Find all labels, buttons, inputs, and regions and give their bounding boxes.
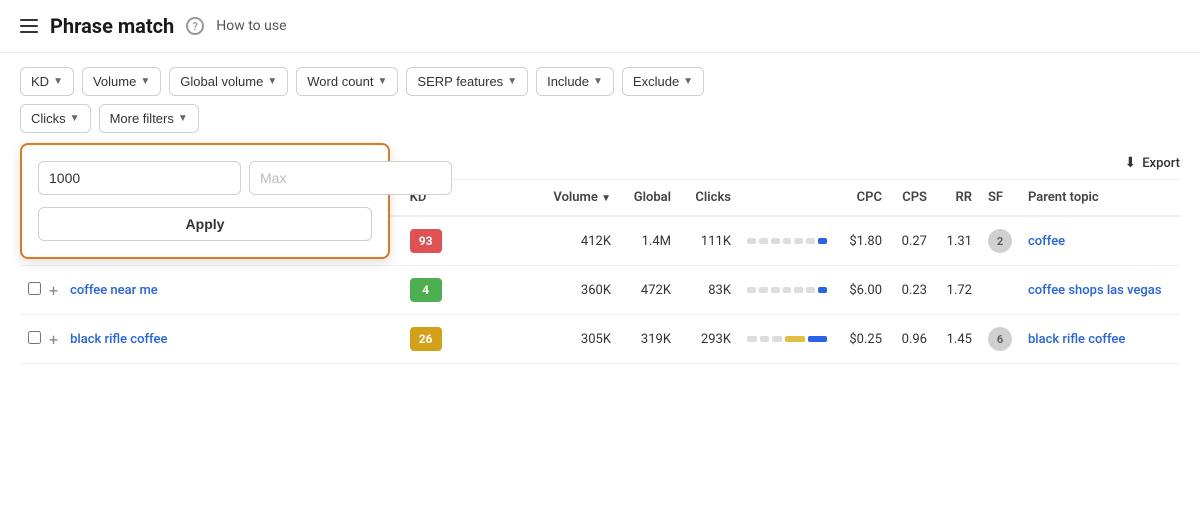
parent-topic-link[interactable]: coffee (1028, 234, 1065, 249)
clicks-cell: 83K (679, 266, 739, 315)
cps-cell: 0.27 (890, 216, 935, 266)
hamburger-icon[interactable] (20, 19, 38, 33)
rr-cell: 1.31 (935, 216, 980, 266)
col-header-global: Global (619, 180, 679, 216)
clicks-cell: 293K (679, 315, 739, 364)
parent-topic-link[interactable]: black rifle coffee (1028, 332, 1125, 347)
global-cell: 1.4M (619, 216, 679, 266)
col-header-chart (739, 180, 835, 216)
cps-cell: 0.23 (890, 266, 935, 315)
help-icon[interactable]: ? (186, 17, 204, 35)
clicks-filter-popup: 1000 Apply (20, 143, 390, 259)
chevron-down-icon: ▼ (507, 76, 517, 87)
filter-inputs: 1000 (38, 161, 372, 195)
row-checkbox[interactable] (28, 282, 41, 295)
global-cell: 319K (619, 315, 679, 364)
kd-badge: 26 (410, 327, 442, 351)
col-header-parent-topic: Parent topic (1020, 180, 1180, 216)
add-keyword-button[interactable]: + (45, 266, 62, 315)
export-button[interactable]: ⬇ Export (1124, 155, 1180, 171)
filter-include[interactable]: Include ▼ (536, 67, 614, 96)
trend-chart (739, 315, 835, 364)
clicks-cell: 111K (679, 216, 739, 266)
keyword-link[interactable]: black rifle coffee (70, 332, 167, 347)
col-header-sf: SF (980, 180, 1020, 216)
sf-badge: 6 (988, 327, 1012, 351)
chevron-down-icon: ▼ (53, 76, 63, 87)
volume-cell: 360K (545, 266, 619, 315)
table-row: + coffee near me 4 360K472K83K $6.000.231.72… (20, 266, 1180, 315)
filter-clicks[interactable]: Clicks ▼ (20, 104, 91, 133)
col-header-rr: RR (935, 180, 980, 216)
cps-cell: 0.96 (890, 315, 935, 364)
filter-more-filters[interactable]: More filters ▼ (99, 104, 199, 133)
add-keyword-button[interactable]: + (45, 315, 62, 364)
parent-topic-link[interactable]: coffee shops las vegas (1028, 283, 1162, 298)
keyword-link[interactable]: coffee near me (70, 283, 158, 298)
chevron-down-icon: ▼ (267, 76, 277, 87)
chevron-down-icon: ▼ (593, 76, 603, 87)
cpc-cell: $6.00 (835, 266, 890, 315)
chevron-down-icon: ▼ (683, 76, 693, 87)
sf-badge: 2 (988, 229, 1012, 253)
filter-bar-row2: Clicks ▼ More filters ▼ (0, 96, 1200, 133)
chevron-down-icon: ▼ (140, 76, 150, 87)
filter-bar-row1: KD ▼ Volume ▼ Global volume ▼ Word count… (0, 53, 1200, 96)
col-header-cps: CPS (890, 180, 935, 216)
chevron-down-icon: ▼ (178, 113, 188, 124)
clicks-max-input[interactable] (249, 161, 452, 195)
filter-exclude[interactable]: Exclude ▼ (622, 67, 704, 96)
filter-global-volume[interactable]: Global volume ▼ (169, 67, 288, 96)
filter-volume[interactable]: Volume ▼ (82, 67, 161, 96)
cpc-cell: $0.25 (835, 315, 890, 364)
col-header-clicks: Clicks (679, 180, 739, 216)
rr-cell: 1.45 (935, 315, 980, 364)
kd-badge: 93 (410, 229, 442, 253)
col-header-volume: Volume ▼ (545, 180, 619, 216)
filter-word-count[interactable]: Word count ▼ (296, 67, 398, 96)
volume-cell: 305K (545, 315, 619, 364)
apply-button[interactable]: Apply (38, 207, 372, 241)
global-cell: 472K (619, 266, 679, 315)
sf-cell (980, 266, 1020, 315)
sf-cell: 6 (980, 315, 1020, 364)
kd-badge: 4 (410, 278, 442, 302)
chevron-down-icon: ▼ (70, 113, 80, 124)
trend-chart (739, 266, 835, 315)
col-header-cpc: CPC (835, 180, 890, 216)
chevron-down-icon: ▼ (378, 76, 388, 87)
trend-chart (739, 216, 835, 266)
table-row: + black rifle coffee 26 305K319K293K $0.250.… (20, 315, 1180, 364)
clicks-min-input[interactable]: 1000 (38, 161, 241, 195)
filter-serp-features[interactable]: SERP features ▼ (406, 67, 528, 96)
volume-cell: 412K (545, 216, 619, 266)
export-icon: ⬇ (1124, 155, 1136, 171)
row-checkbox[interactable] (28, 331, 41, 344)
page-title: Phrase match (50, 14, 174, 38)
sf-cell: 2 (980, 216, 1020, 266)
cpc-cell: $1.80 (835, 216, 890, 266)
filter-kd[interactable]: KD ▼ (20, 67, 74, 96)
how-to-use-link[interactable]: How to use (216, 18, 286, 34)
rr-cell: 1.72 (935, 266, 980, 315)
